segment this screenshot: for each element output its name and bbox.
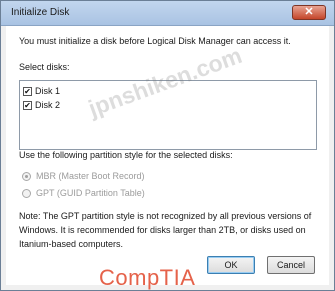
comptia-logo: CompTIA <box>99 265 196 290</box>
disk-label: Disk 2 <box>35 100 61 110</box>
close-button[interactable]: ✕ <box>292 5 326 20</box>
dialog-title: Initialize Disk <box>11 7 70 18</box>
disk-item-2[interactable]: ✔ Disk 2 <box>23 99 60 111</box>
radio-selected-icon[interactable] <box>22 171 31 181</box>
initialize-disk-dialog: Initialize Disk ✕ You must initialize a … <box>0 0 335 291</box>
partition-style-label: Use the following partition style for th… <box>19 150 233 160</box>
dialog-body: You must initialize a disk before Logica… <box>6 26 329 285</box>
disk-item-1[interactable]: ✔ Disk 1 <box>23 85 60 97</box>
gpt-option[interactable]: GPT (GUID Partition Table) <box>22 187 145 199</box>
disk-label: Disk 1 <box>35 86 61 96</box>
mbr-label: MBR (Master Boot Record) <box>36 171 145 181</box>
gpt-label: GPT (GUID Partition Table) <box>36 188 145 198</box>
select-disks-label: Select disks: <box>19 62 70 72</box>
check-icon[interactable]: ✔ <box>23 100 32 110</box>
intro-text: You must initialize a disk before Logica… <box>19 36 291 46</box>
close-icon: ✕ <box>304 6 314 18</box>
title-bar[interactable]: Initialize Disk ✕ <box>1 1 334 26</box>
gpt-note: Note: The GPT partition style is not rec… <box>19 211 312 249</box>
cancel-button[interactable]: Cancel <box>267 256 315 274</box>
radio-icon[interactable] <box>22 188 31 198</box>
ok-button[interactable]: OK <box>207 256 255 274</box>
check-icon[interactable]: ✔ <box>23 86 32 96</box>
mbr-option[interactable]: MBR (Master Boot Record) <box>22 170 145 182</box>
